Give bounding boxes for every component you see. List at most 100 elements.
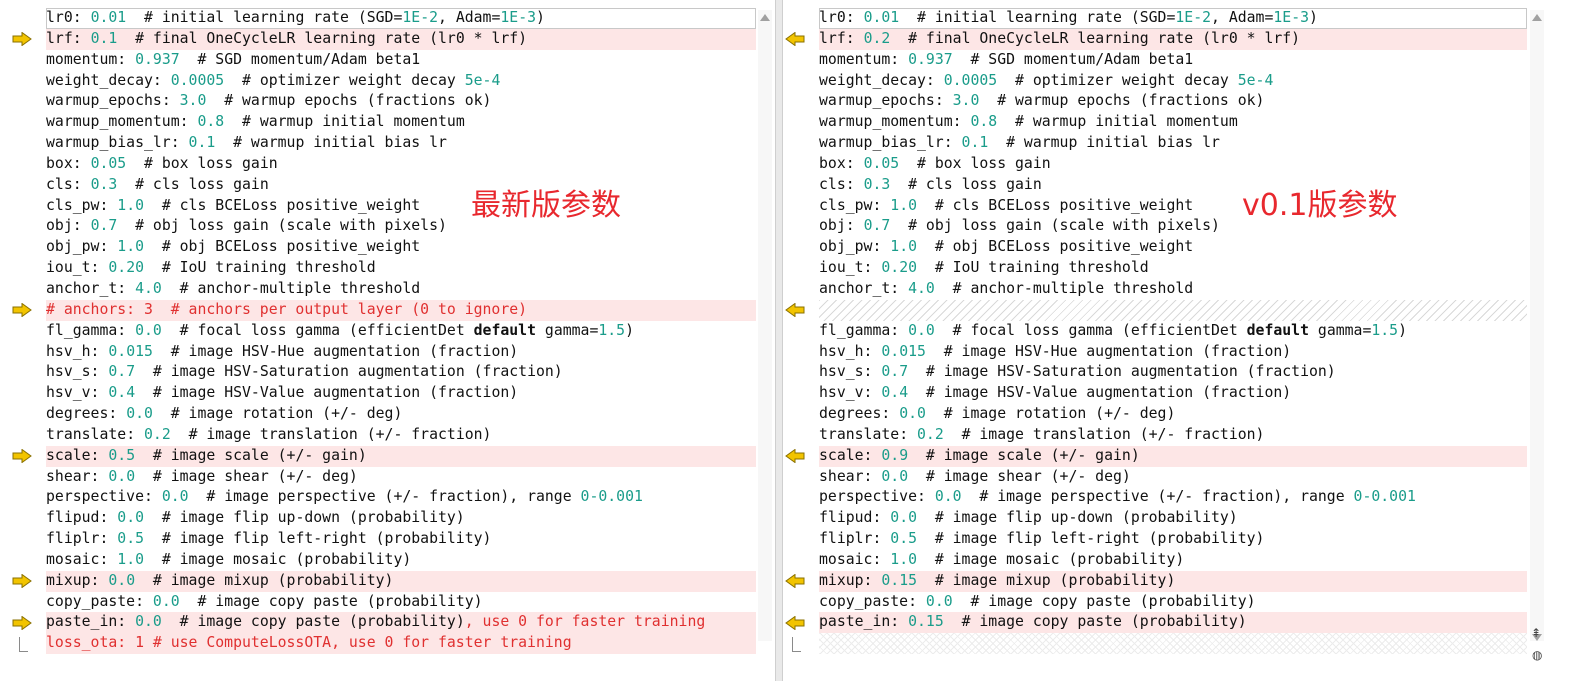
code-line[interactable]: perspective: 0.0 # image perspective (+/…: [819, 487, 1527, 508]
code-line[interactable]: degrees: 0.0 # image rotation (+/- deg): [819, 404, 1527, 425]
code-line[interactable]: warmup_epochs: 3.0 # warmup epochs (frac…: [819, 91, 1527, 112]
arrow-left-icon[interactable]: [785, 616, 805, 631]
code-line[interactable]: mosaic: 1.0 # image mosaic (probability): [46, 550, 756, 571]
right-scrollbar[interactable]: [1530, 10, 1544, 641]
missing-line-placeholder[interactable]: [819, 633, 1527, 655]
arrow-left-icon[interactable]: [785, 303, 805, 318]
code-line[interactable]: degrees: 0.0 # image rotation (+/- deg): [46, 404, 756, 425]
param-value: 0.937: [135, 50, 180, 68]
sync-scroll-icon[interactable]: ⇞: [1531, 626, 1541, 640]
param-key: weight_decay: [46, 71, 153, 89]
code-line[interactable]: anchor_t: 4.0 # anchor-multiple threshol…: [46, 279, 756, 300]
param-key: scale: [819, 446, 864, 464]
right-diff-pane[interactable]: lr0: 0.01 # initial learning rate (SGD=1…: [781, 0, 1579, 681]
code-line[interactable]: box: 0.05 # box loss gain: [819, 154, 1527, 175]
code-line[interactable]: flipud: 0.0 # image flip up-down (probab…: [819, 508, 1527, 529]
param-key: cls_pw: [46, 196, 100, 214]
code-line[interactable]: hsv_s: 0.7 # image HSV-Saturation augmen…: [819, 362, 1527, 383]
code-line[interactable]: fl_gamma: 0.0 # focal loss gamma (effici…: [819, 321, 1527, 342]
code-line[interactable]: fl_gamma: 0.0 # focal loss gamma (effici…: [46, 321, 756, 342]
code-line[interactable]: perspective: 0.0 # image perspective (+/…: [46, 487, 756, 508]
code-line[interactable]: weight_decay: 0.0005 # optimizer weight …: [819, 71, 1527, 92]
code-line[interactable]: # anchors: 3 # anchors per output layer …: [46, 299, 756, 321]
code-line[interactable]: fliplr: 0.5 # image flip left-right (pro…: [46, 529, 756, 550]
code-line[interactable]: paste_in: 0.15 # image copy paste (proba…: [819, 612, 1527, 634]
colon: :: [845, 217, 864, 235]
colon: :: [934, 92, 953, 110]
code-line[interactable]: iou_t: 0.20 # IoU training threshold: [46, 258, 756, 279]
code-line[interactable]: mixup: 0.0 # image mixup (probability): [46, 570, 756, 592]
code-line[interactable]: copy_paste: 0.0 # image copy paste (prob…: [819, 592, 1527, 613]
code-line[interactable]: cls: 0.3 # cls loss gain: [819, 175, 1527, 196]
param-key: obj_pw: [819, 238, 873, 256]
scroll-up-icon[interactable]: [1532, 14, 1542, 21]
code-line[interactable]: hsv_h: 0.015 # image HSV-Hue augmentatio…: [819, 342, 1527, 363]
left-scrollbar[interactable]: [758, 10, 772, 641]
code-line[interactable]: lr0: 0.01 # initial learning rate (SGD=1…: [46, 8, 756, 29]
code-line[interactable]: shear: 0.0 # image shear (+/- deg): [819, 467, 1527, 488]
code-line[interactable]: flipud: 0.0 # image flip up-down (probab…: [46, 508, 756, 529]
arrow-left-icon[interactable]: [785, 32, 805, 47]
code-line[interactable]: anchor_t: 4.0 # anchor-multiple threshol…: [819, 279, 1527, 300]
code-line[interactable]: iou_t: 0.20 # IoU training threshold: [819, 258, 1527, 279]
code-line[interactable]: loss_ota: 1 # use ComputeLossOTA, use 0 …: [46, 633, 756, 655]
code-line[interactable]: cls_pw: 1.0 # cls BCELoss positive_weigh…: [819, 196, 1527, 217]
arrow-right-icon[interactable]: [12, 616, 32, 631]
comment: ): [536, 9, 545, 26]
code-line[interactable]: box: 0.05 # box loss gain: [46, 154, 756, 175]
code-line[interactable]: mixup: 0.15 # image mixup (probability): [819, 570, 1527, 592]
code-line[interactable]: warmup_bias_lr: 0.1 # warmup initial bia…: [819, 133, 1527, 154]
arrow-right-icon[interactable]: [12, 449, 32, 464]
code-line[interactable]: warmup_momentum: 0.8 # warmup initial mo…: [819, 112, 1527, 133]
code-line[interactable]: mosaic: 1.0 # image mosaic (probability): [819, 550, 1527, 571]
arrow-right-icon[interactable]: [12, 303, 32, 318]
param-key: momentum: [46, 50, 118, 68]
code-line[interactable]: lrf: 0.2 # final OneCycleLR learning rat…: [819, 28, 1527, 50]
code-line[interactable]: lrf: 0.1 # final OneCycleLR learning rat…: [46, 28, 756, 50]
code-line[interactable]: hsv_s: 0.7 # image HSV-Saturation augmen…: [46, 362, 756, 383]
code-line[interactable]: warmup_momentum: 0.8 # warmup initial mo…: [46, 112, 756, 133]
code-line[interactable]: obj: 0.7 # obj loss gain (scale with pix…: [819, 216, 1527, 237]
code-line[interactable]: lr0: 0.01 # initial learning rate (SGD=1…: [819, 8, 1527, 29]
code-line[interactable]: translate: 0.2 # image translation (+/- …: [46, 425, 756, 446]
param-key: cls: [819, 175, 846, 193]
code-line[interactable]: scale: 0.5 # image scale (+/- gain): [46, 445, 756, 467]
param-value: 0.0: [135, 321, 162, 339]
param-value: 0.5: [890, 530, 918, 548]
code-line[interactable]: paste_in: 0.0 # image copy paste (probab…: [46, 612, 756, 634]
comment: # cls BCELoss positive_weight: [917, 196, 1194, 214]
code-line[interactable]: copy_paste: 0.0 # image copy paste (prob…: [46, 592, 756, 613]
param-key: hsv_v: [819, 384, 864, 402]
arrow-left-icon[interactable]: [785, 449, 805, 464]
code-line[interactable]: scale: 0.9 # image scale (+/- gain): [819, 445, 1527, 467]
code-line[interactable]: obj_pw: 1.0 # obj BCELoss positive_weigh…: [46, 237, 756, 258]
missing-line-placeholder[interactable]: [819, 299, 1527, 321]
left-code-view[interactable]: lr0: 0.01 # initial learning rate (SGD=1…: [46, 8, 756, 655]
code-line[interactable]: obj: 0.7 # obj loss gain (scale with pix…: [46, 216, 756, 237]
code-line[interactable]: warmup_bias_lr: 0.1 # warmup initial bia…: [46, 133, 756, 154]
options-icon[interactable]: ◍: [1532, 648, 1542, 662]
code-line[interactable]: obj_pw: 1.0 # obj BCELoss positive_weigh…: [819, 237, 1527, 258]
code-line[interactable]: cls: 0.3 # cls loss gain: [46, 175, 756, 196]
arrow-right-icon[interactable]: [12, 574, 32, 589]
right-code-view[interactable]: lr0: 0.01 # initial learning rate (SGD=1…: [819, 8, 1527, 655]
code-line[interactable]: fliplr: 0.5 # image flip left-right (pro…: [819, 529, 1527, 550]
code-line[interactable]: hsv_v: 0.4 # image HSV-Value augmentatio…: [46, 383, 756, 404]
code-line[interactable]: shear: 0.0 # image shear (+/- deg): [46, 467, 756, 488]
code-line[interactable]: hsv_h: 0.015 # image HSV-Hue augmentatio…: [46, 342, 756, 363]
colon: :: [863, 384, 882, 402]
code-line[interactable]: hsv_v: 0.4 # image HSV-Value augmentatio…: [819, 383, 1527, 404]
arrow-right-icon[interactable]: [12, 32, 32, 47]
arrow-left-icon[interactable]: [785, 574, 805, 589]
code-line[interactable]: translate: 0.2 # image translation (+/- …: [819, 425, 1527, 446]
code-line[interactable]: momentum: 0.937 # SGD momentum/Adam beta…: [46, 50, 756, 71]
scroll-up-icon[interactable]: [760, 14, 770, 21]
left-diff-pane[interactable]: lr0: 0.01 # initial learning rate (SGD=1…: [0, 0, 775, 681]
code-line[interactable]: weight_decay: 0.0005 # optimizer weight …: [46, 71, 756, 92]
colon: :: [872, 509, 891, 527]
code-line[interactable]: momentum: 0.937 # SGD momentum/Adam beta…: [819, 50, 1527, 71]
param-key: cls_pw: [819, 196, 873, 214]
code-line[interactable]: warmup_epochs: 3.0 # warmup epochs (frac…: [46, 91, 756, 112]
comment: # IoU training threshold: [917, 259, 1149, 277]
code-line[interactable]: cls_pw: 1.0 # cls BCELoss positive_weigh…: [46, 196, 756, 217]
